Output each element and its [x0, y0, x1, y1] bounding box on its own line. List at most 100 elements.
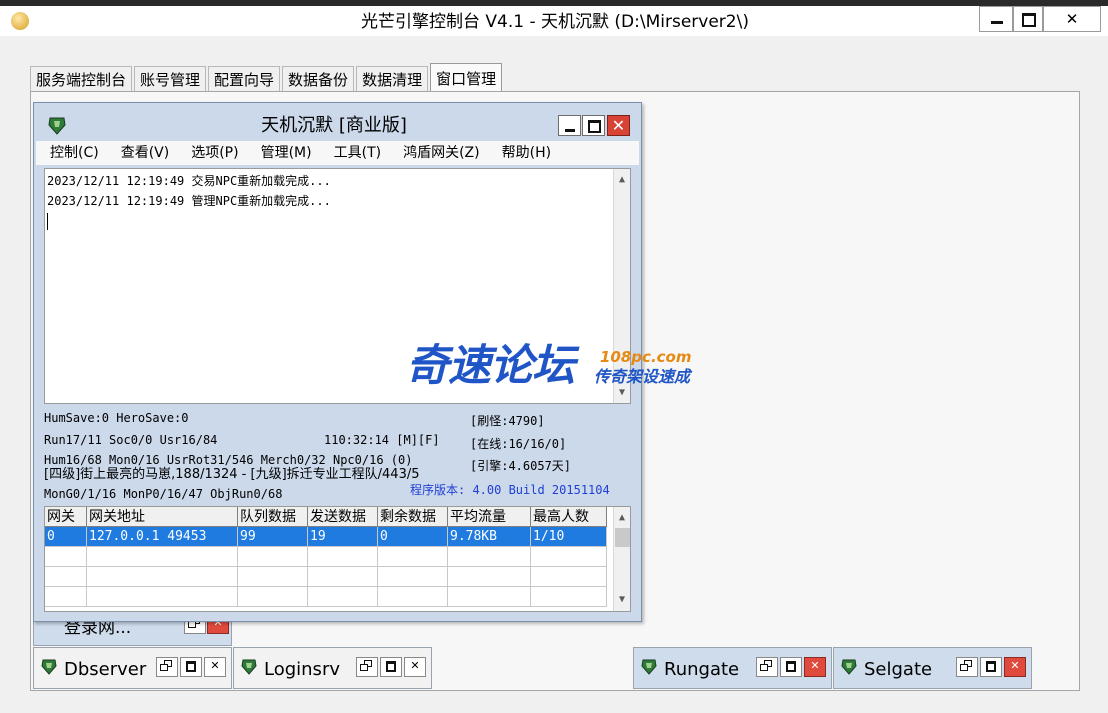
- server-icon: [841, 659, 857, 675]
- maximize-icon: [986, 661, 996, 672]
- maximize-icon: [1022, 13, 1036, 27]
- restore-button[interactable]: [156, 657, 178, 677]
- menu-control[interactable]: 控制(C): [42, 141, 107, 165]
- restore-button[interactable]: [756, 657, 778, 677]
- server-icon[interactable]: [46, 115, 68, 137]
- monster-status: MonG0/1/16 MonP0/16/47 ObjRun0/68: [44, 487, 283, 501]
- scroll-thumb[interactable]: [615, 528, 630, 547]
- tab-data-cleanup[interactable]: 数据清理: [356, 66, 429, 93]
- empty-cell: [531, 567, 607, 587]
- empty-cell: [45, 547, 87, 567]
- minimize-button[interactable]: [558, 115, 581, 136]
- maximize-icon: [588, 120, 601, 133]
- empty-cell: [238, 587, 308, 607]
- empty-cell: [308, 587, 378, 607]
- online-counter: [在线:16/16/0]: [470, 437, 567, 451]
- tab-data-backup[interactable]: 数据备份: [282, 66, 355, 93]
- tab-window-management[interactable]: 窗口管理: [430, 63, 503, 94]
- child-window-title: 天机沉默 [商业版]: [261, 115, 407, 136]
- empty-cell: [45, 567, 87, 587]
- menu-tools[interactable]: 工具(T): [326, 141, 389, 165]
- table-cell[interactable]: 19: [308, 527, 378, 547]
- column-header[interactable]: 网关: [45, 507, 87, 527]
- watermark-title: 奇速论坛: [406, 341, 575, 391]
- maximize-button[interactable]: [582, 115, 605, 136]
- close-button[interactable]: ✕: [1004, 657, 1026, 677]
- mini-window-selgate[interactable]: Selgate ✕: [833, 647, 1032, 689]
- table-cell[interactable]: 1/10: [531, 527, 607, 547]
- mini-window-rungate[interactable]: Rungate ✕: [633, 647, 832, 689]
- minimize-icon: [991, 21, 1003, 24]
- empty-cell: [238, 567, 308, 587]
- mini-window-label: Loginsrv: [264, 659, 340, 680]
- table-cell[interactable]: 0: [45, 527, 87, 547]
- gateway-table: 网关 网关地址 队列数据 发送数据 剩余数据 平均流量 最高人数 0 127.0…: [44, 506, 631, 612]
- maximize-button[interactable]: [180, 657, 202, 677]
- empty-cell: [448, 547, 531, 567]
- maximize-button[interactable]: [380, 657, 402, 677]
- menu-view[interactable]: 查看(V): [113, 141, 178, 165]
- tab-server-console[interactable]: 服务端控制台: [30, 66, 133, 93]
- human-status: Hum16/68 Mon0/16 UsrRot31/546 Merch0/32 …: [44, 453, 413, 467]
- log-line: 2023/12/11 12:19:49 交易NPC重新加载完成...: [47, 174, 331, 188]
- column-header[interactable]: 剩余数据: [378, 507, 448, 527]
- empty-cell: [87, 587, 238, 607]
- close-button[interactable]: ✕: [1043, 6, 1101, 32]
- mini-window-loginsrv[interactable]: Loginsrv ✕: [233, 647, 432, 689]
- empty-cell: [308, 547, 378, 567]
- column-header[interactable]: 网关地址: [87, 507, 238, 527]
- tab-config-wizard[interactable]: 配置向导: [208, 66, 281, 93]
- app-icon[interactable]: [11, 12, 29, 30]
- table-cell[interactable]: 9.78KB: [448, 527, 531, 547]
- table-cell[interactable]: 99: [238, 527, 308, 547]
- text-caret: [47, 213, 48, 230]
- maximize-button[interactable]: [1013, 6, 1043, 32]
- close-icon: ✕: [810, 659, 820, 672]
- close-button[interactable]: ✕: [404, 657, 426, 677]
- column-header[interactable]: 队列数据: [238, 507, 308, 527]
- engine-uptime: [引擎:4.6057天]: [470, 459, 572, 473]
- server-icon: [41, 659, 57, 675]
- tab-account-management[interactable]: 账号管理: [134, 66, 207, 93]
- empty-cell: [45, 587, 87, 607]
- menu-options[interactable]: 选项(P): [183, 141, 246, 165]
- status-panel: HumSave:0 HeroSave:0 Run17/11 Soc0/0 Usr…: [44, 405, 631, 509]
- restore-button[interactable]: [956, 657, 978, 677]
- column-header[interactable]: 最高人数: [531, 507, 607, 527]
- menu-gateway[interactable]: 鸿盾网关(Z): [395, 141, 488, 165]
- menu-manage[interactable]: 管理(M): [253, 141, 320, 165]
- column-header[interactable]: 平均流量: [448, 507, 531, 527]
- restore-button[interactable]: [356, 657, 378, 677]
- mini-window-dbserver[interactable]: Dbserver ✕: [33, 647, 232, 689]
- column-header[interactable]: 发送数据: [308, 507, 378, 527]
- scroll-up-icon[interactable]: ▲: [614, 171, 630, 189]
- minimize-button[interactable]: [979, 6, 1013, 32]
- close-button[interactable]: ✕: [204, 657, 226, 677]
- menu-bar: 控制(C) 查看(V) 选项(P) 管理(M) 工具(T) 鸿盾网关(Z) 帮助…: [36, 141, 639, 165]
- empty-cell: [87, 567, 238, 587]
- table-scrollbar[interactable]: ▲ ▼: [613, 507, 630, 611]
- close-button[interactable]: ✕: [804, 657, 826, 677]
- mini-window-label: Dbserver: [64, 659, 147, 680]
- close-icon: ✕: [1065, 10, 1079, 28]
- table-cell[interactable]: 0: [378, 527, 448, 547]
- scroll-down-icon[interactable]: ▼: [614, 591, 630, 609]
- empty-cell: [531, 547, 607, 567]
- maximize-button[interactable]: [780, 657, 802, 677]
- program-version: 程序版本: 4.00 Build 20151104: [410, 483, 610, 497]
- close-icon: ✕: [611, 116, 626, 135]
- mini-window-label: Rungate: [664, 659, 740, 680]
- close-icon: ✕: [1010, 659, 1020, 672]
- scroll-up-icon[interactable]: ▲: [614, 509, 630, 527]
- save-status: HumSave:0 HeroSave:0: [44, 411, 189, 425]
- table-cell[interactable]: 127.0.0.1 49453: [87, 527, 238, 547]
- empty-cell: [448, 567, 531, 587]
- menu-help[interactable]: 帮助(H): [494, 141, 559, 165]
- run-time: 110:32:14 [M][F]: [324, 433, 440, 447]
- close-button[interactable]: ✕: [607, 115, 630, 136]
- maximize-button[interactable]: [980, 657, 1002, 677]
- close-icon: ✕: [410, 659, 420, 672]
- tab-strip: 服务端控制台 账号管理 配置向导 数据备份 数据清理 窗口管理: [30, 63, 504, 94]
- guild-status: [四级]街上最亮的马崽,188/1324 - [九级]拆迁专业工程队/443/5: [44, 467, 420, 482]
- empty-cell: [378, 547, 448, 567]
